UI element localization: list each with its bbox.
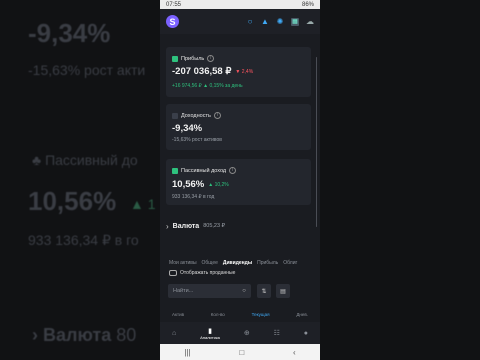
yield-value: -9,34% — [172, 123, 203, 134]
app-logo[interactable]: S — [166, 15, 179, 28]
status-bar: 07:55 86% — [160, 0, 320, 9]
nav-discover[interactable]: ☷ — [274, 329, 280, 337]
status-battery: 86% — [301, 1, 314, 8]
tab-dividends[interactable]: Дивиденды — [223, 260, 252, 266]
bg-valuta: › Валюта 80 — [32, 325, 137, 345]
discover-icon: ☷ — [273, 330, 280, 337]
profit-card[interactable]: Прибыль i -207 036,58 ₽ ▼ 2,4% +16 974,5… — [166, 47, 311, 97]
passive-income-card[interactable]: Пассивный доход i 10,56% ▲ 10,2% 933 136… — [166, 159, 311, 205]
bg-passive-sub: 933 136,34 ₽ в го — [28, 232, 139, 248]
cloud-icon[interactable]: ☁ — [306, 17, 314, 26]
home-icon: ⌂ — [171, 329, 177, 337]
info-icon[interactable]: i — [213, 112, 221, 119]
bg-yield-sub: -15,63% рост акти — [28, 62, 146, 78]
show-sold-toggle[interactable] — [169, 270, 177, 276]
yield-sub: -15,63% рост активов — [172, 137, 222, 143]
phone-screen: 07:55 86% S ○ ▲ ✺ ▦ ☁ Прибыль i -207 036… — [160, 0, 320, 360]
valuta-label: Валюта — [172, 222, 200, 230]
rocket-icon[interactable]: ▲ — [261, 17, 269, 26]
scrollbar[interactable] — [315, 57, 317, 227]
bg-passive-label: ♣ Пассивный до — [32, 152, 138, 168]
col-current[interactable]: Текущая — [252, 312, 270, 317]
info-icon[interactable]: i — [207, 55, 215, 62]
bg-chevron-icon: › — [32, 325, 38, 345]
valuta-section[interactable]: › Валюта 805,23 ₽ — [166, 218, 311, 234]
back-icon[interactable]: ‹ — [293, 348, 296, 357]
col-asset[interactable]: Актив — [172, 312, 184, 317]
yield-card-header: Доходность i — [172, 112, 221, 119]
tab-my-assets[interactable]: Мои активы — [169, 260, 197, 266]
calculator-icon[interactable]: ▦ — [291, 17, 299, 26]
tab-profit[interactable]: Прибыль — [257, 260, 278, 266]
search-input[interactable]: Найти... — [168, 284, 248, 298]
leaf-icon — [172, 167, 178, 174]
profit-value-row: -207 036,58 ₽ ▼ 2,4% — [172, 66, 253, 77]
nav-profile[interactable]: ● — [304, 330, 308, 337]
recents-icon[interactable]: ||| — [184, 348, 190, 357]
nav-home[interactable]: ⌂ — [172, 330, 176, 337]
bg-passive-value: 10,56% — [28, 186, 117, 216]
passive-sub: 933 136,34 ₽ в год — [172, 194, 215, 200]
bg-passive-change: ▲ 1 — [130, 196, 156, 212]
search-button[interactable]: ○ — [237, 284, 251, 298]
grid-icon: ▤ — [280, 288, 286, 295]
plus-icon: ⊕ — [243, 330, 250, 337]
valuta-value: 805,23 ₽ — [203, 223, 226, 229]
chevron-right-icon: › — [166, 221, 169, 231]
sort-icon: ⇅ — [261, 288, 267, 295]
bg-yield-value: -9,34% — [28, 18, 111, 48]
app-bar: S ○ ▲ ✺ ▦ ☁ — [160, 9, 320, 34]
home-button-icon[interactable]: □ — [239, 348, 244, 357]
info-icon[interactable]: i — [229, 167, 237, 174]
profit-label: Прибыль — [181, 55, 205, 62]
passive-change: ▲ 10,2% — [208, 181, 229, 188]
portfolio-tabs: Мои активы Общее Дивиденды Прибыль Облиг — [160, 257, 320, 269]
nav-add[interactable]: ⊕ — [244, 329, 250, 337]
yield-label: Доходность — [181, 112, 211, 119]
passive-label: Пассивный доход — [181, 167, 227, 174]
profit-icon — [172, 55, 178, 62]
nav-analytics[interactable]: ▮ Аналитика — [200, 327, 220, 340]
app-bar-icons: ○ ▲ ✺ ▦ ☁ — [246, 17, 314, 26]
sort-button[interactable]: ⇅ — [257, 284, 271, 298]
bottom-nav: ⌂ ▮ Аналитика ⊕ ☷ ● — [160, 322, 320, 344]
col-quantity[interactable]: Кол-во — [211, 312, 225, 317]
col-daily[interactable]: Днев. — [296, 312, 308, 317]
yield-card[interactable]: Доходность i -9,34% -15,63% рост активов — [166, 104, 311, 150]
settings-icon[interactable]: ✺ — [276, 17, 284, 26]
search-icon: ○ — [242, 288, 246, 294]
profit-day-change: +16 974,56 ₽ ▲ 0,15% за день — [172, 83, 243, 89]
passive-value-row: 10,56% ▲ 10,2% — [172, 179, 229, 190]
system-nav-bar: ||| □ ‹ — [160, 344, 320, 360]
status-time: 07:55 — [166, 1, 182, 8]
passive-value: 10,56% — [172, 179, 205, 190]
analytics-icon: ▮ — [208, 327, 212, 335]
show-sold-row[interactable]: Отображать проданные — [169, 270, 235, 276]
profit-value: -207 036,58 ₽ — [172, 66, 232, 77]
asset-table-header: Актив Кол-во Текущая Днев. — [160, 312, 320, 317]
profit-change: ▼ 2,4% — [235, 68, 254, 75]
profile-icon: ● — [303, 329, 309, 337]
view-mode-button[interactable]: ▤ — [276, 284, 290, 298]
tab-bonds[interactable]: Облиг — [283, 260, 297, 266]
profit-card-header: Прибыль i — [172, 55, 215, 62]
bg-leaf-icon: ♣ — [32, 152, 42, 168]
yield-icon — [172, 112, 178, 119]
tab-general[interactable]: Общее — [202, 260, 218, 266]
passive-card-header: Пассивный доход i — [172, 167, 237, 174]
show-sold-label: Отображать проданные — [180, 270, 236, 276]
search-icon[interactable]: ○ — [246, 17, 254, 26]
